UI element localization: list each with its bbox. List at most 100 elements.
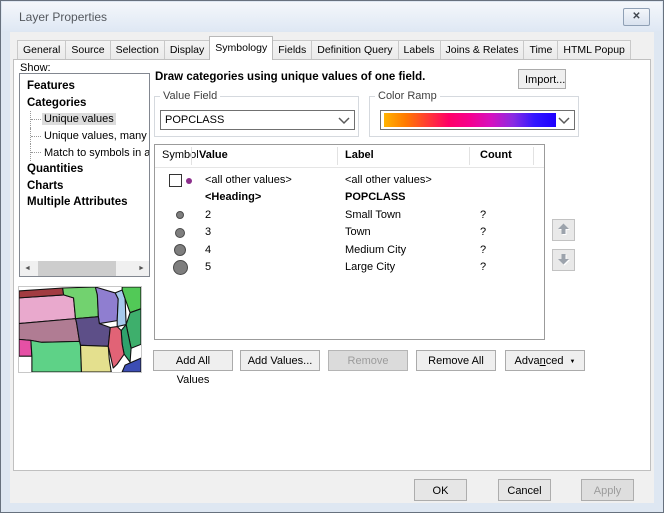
show-tree: Features Categories Unique values Unique va… xyxy=(20,78,149,211)
value-cell: 3 xyxy=(205,226,211,238)
tree-item-label: Match to symbols in a xyxy=(42,147,150,159)
count-cell: ? xyxy=(480,209,486,221)
scrollbar-thumb[interactable] xyxy=(38,261,116,276)
value-field-group: Value Field POPCLASS xyxy=(154,96,359,137)
point-symbol-icon[interactable] xyxy=(175,228,185,238)
value-field-label: Value Field xyxy=(160,90,220,102)
point-symbol-icon[interactable] xyxy=(174,244,186,256)
map-region xyxy=(31,340,82,372)
scroll-right-icon[interactable]: ► xyxy=(134,261,149,276)
dialog-body: GeneralSourceSelectionDisplaySymbologyFi… xyxy=(10,32,654,503)
scroll-left-icon[interactable]: ◄ xyxy=(20,261,35,276)
symbol-cell xyxy=(155,189,205,206)
label-cell: Medium City xyxy=(345,244,406,256)
scrollbar-track xyxy=(35,261,134,276)
add-values-button[interactable]: Add Values... xyxy=(240,350,320,371)
point-symbol-icon xyxy=(186,178,192,184)
point-symbol-icon[interactable] xyxy=(173,260,188,275)
categories-table: SymbolValue Label Count <all other values>… xyxy=(154,144,545,340)
import-button[interactable]: Import... xyxy=(518,69,566,89)
move-up-button[interactable] xyxy=(552,219,575,241)
color-ramp-group: Color Ramp xyxy=(369,96,579,137)
chevron-down-icon xyxy=(558,117,570,125)
category-row[interactable]: 5Large City? xyxy=(155,259,544,276)
count-cell: ? xyxy=(480,261,486,273)
close-button[interactable]: ✕ xyxy=(623,8,650,26)
all-other-values-checkbox[interactable] xyxy=(169,174,182,187)
show-tree-panel: Features Categories Unique values Unique va… xyxy=(19,73,150,277)
tree-item-label: Quantities xyxy=(25,163,85,175)
table-header: SymbolValue Label Count xyxy=(155,145,544,168)
tree-connector-icon xyxy=(30,111,42,128)
show-tree-item-charts[interactable]: Charts xyxy=(20,178,149,195)
show-tree-item-unique-values-many[interactable]: Unique values, many xyxy=(20,128,149,145)
tab-display[interactable]: Display xyxy=(164,40,210,60)
tab-symbology[interactable]: Symbology xyxy=(209,36,273,60)
show-tree-item-categories[interactable]: Categories xyxy=(20,95,149,112)
tab-selection[interactable]: Selection xyxy=(110,40,165,60)
category-row[interactable]: 3Town? xyxy=(155,224,544,241)
show-tree-item-multiple-attributes[interactable]: Multiple Attributes xyxy=(20,194,149,211)
label-cell: Large City xyxy=(345,261,395,273)
tree-item-label: Categories xyxy=(25,97,88,109)
tree-item-label: Unique values xyxy=(42,113,116,125)
close-icon: ✕ xyxy=(632,11,640,22)
category-row[interactable]: 4 Medium City? xyxy=(155,242,544,259)
remove-all-button[interactable]: Remove All xyxy=(416,350,496,371)
label-cell: <all other values> xyxy=(345,174,432,186)
draw-method-heading: Draw categories using unique values of o… xyxy=(155,71,425,83)
column-header-symbol[interactable]: Symbol xyxy=(162,149,199,161)
category-row[interactable]: <all other values><all other values> xyxy=(155,172,544,189)
color-ramp-dropdown[interactable] xyxy=(380,110,575,130)
layer-properties-dialog: Layer Properties ✕ GeneralSourceSelectio… xyxy=(0,0,664,513)
tab-general[interactable]: General xyxy=(17,40,66,60)
tab-labels[interactable]: Labels xyxy=(398,40,441,60)
value-cell: <Heading> xyxy=(205,191,261,203)
label-cell: Town xyxy=(345,226,371,238)
table-rows: <all other values><all other values><Hea… xyxy=(155,168,544,276)
dialog-frame: Layer Properties ✕ GeneralSourceSelectio… xyxy=(0,0,664,513)
tab-definition-query[interactable]: Definition Query xyxy=(311,40,398,60)
column-separator xyxy=(533,147,534,165)
tab-strip: GeneralSourceSelectionDisplaySymbologyFi… xyxy=(17,36,654,60)
remove-button[interactable]: Remove xyxy=(328,350,408,371)
tab-source[interactable]: Source xyxy=(65,40,110,60)
tree-item-label: Features xyxy=(25,80,77,92)
value-cell: 4 xyxy=(205,244,211,256)
label-cell: Small Town xyxy=(345,209,401,221)
dropdown-arrow-icon: ▼ xyxy=(570,359,576,365)
tab-html-popup[interactable]: HTML Popup xyxy=(557,40,630,60)
add-all-values-button[interactable]: Add All Values xyxy=(153,350,233,371)
map-region xyxy=(19,339,32,356)
tab-joins-relates[interactable]: Joins & Relates xyxy=(440,40,525,60)
column-header-count[interactable]: Count xyxy=(480,149,512,161)
tab-time[interactable]: Time xyxy=(523,40,558,60)
category-row[interactable]: <Heading>POPCLASS xyxy=(155,189,544,206)
tree-connector-icon xyxy=(30,144,42,161)
category-row[interactable]: 2Small Town? xyxy=(155,207,544,224)
map-region xyxy=(122,358,141,372)
cancel-button[interactable]: Cancel xyxy=(498,479,551,501)
column-separator xyxy=(469,147,470,165)
tree-item-label: Unique values, many xyxy=(42,130,149,142)
value-field-dropdown[interactable]: POPCLASS xyxy=(160,110,355,130)
title-bar[interactable]: Layer Properties ✕ xyxy=(2,2,662,31)
show-tree-item-features[interactable]: Features xyxy=(20,78,149,95)
tab-fields[interactable]: Fields xyxy=(272,40,312,60)
show-tree-item-quantities[interactable]: Quantities xyxy=(20,161,149,178)
column-header-value[interactable]: Value xyxy=(199,149,228,161)
show-tree-item-match-to-symbols-in-a[interactable]: Match to symbols in a xyxy=(20,144,149,161)
chevron-down-icon xyxy=(338,117,350,125)
count-cell: ? xyxy=(480,244,486,256)
advanced-button[interactable]: Advanced▼ xyxy=(505,350,585,371)
tree-item-label: Multiple Attributes xyxy=(25,196,130,208)
column-header-label[interactable]: Label xyxy=(345,149,374,161)
move-down-button[interactable] xyxy=(552,249,575,271)
tree-connector-icon xyxy=(30,128,42,145)
color-ramp-label: Color Ramp xyxy=(375,90,440,102)
ok-button[interactable]: OK xyxy=(414,479,467,501)
point-symbol-icon[interactable] xyxy=(176,211,184,219)
apply-button[interactable]: Apply xyxy=(581,479,634,501)
symbol-cell xyxy=(155,207,205,224)
show-tree-item-unique-values[interactable]: Unique values xyxy=(20,111,149,128)
